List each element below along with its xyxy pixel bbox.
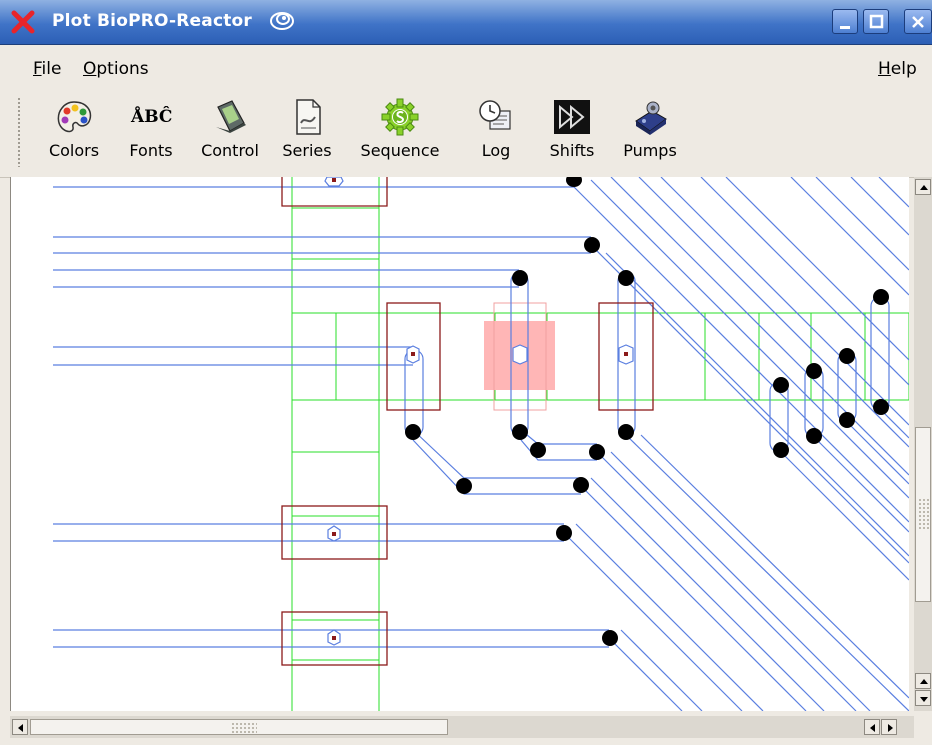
sequence-label: Sequence	[360, 141, 440, 160]
maximize-button[interactable]	[863, 9, 889, 34]
arrow-down-icon	[920, 697, 928, 702]
vertical-scroll-thumb[interactable]	[915, 427, 931, 602]
horizontal-scrollbar[interactable]	[10, 716, 914, 738]
swirl-icon	[270, 12, 294, 30]
thumb-grip	[231, 722, 257, 734]
arrow-up-icon	[920, 185, 928, 190]
port-centers	[332, 178, 628, 640]
toolbar: Colors ÅBĈ Fonts Control Series Sequence…	[0, 91, 932, 178]
reactor-diagram[interactable]	[11, 177, 909, 711]
scroll-down-button[interactable]	[915, 690, 931, 706]
menu-file[interactable]: File	[33, 59, 61, 79]
thumb-grip	[918, 498, 930, 530]
menu-bar: File Options Help	[0, 45, 932, 91]
vertical-scrollbar[interactable]	[914, 177, 932, 711]
fast-forward-icon	[554, 100, 590, 134]
colors-button[interactable]: Colors	[40, 97, 108, 160]
arrow-left-icon	[18, 724, 23, 732]
shifts-button[interactable]: Shifts	[542, 97, 602, 160]
close-icon	[912, 16, 924, 28]
minimize-button[interactable]	[832, 9, 858, 34]
x-app-icon	[11, 10, 35, 34]
fonts-icon: ÅBĈ	[131, 107, 173, 127]
minimize-icon	[840, 26, 850, 29]
shifts-label: Shifts	[549, 141, 595, 160]
menu-help[interactable]: Help	[878, 59, 917, 79]
pumps-button[interactable]: Pumps	[612, 97, 688, 160]
menu-options[interactable]: Options	[83, 59, 149, 79]
series-label: Series	[282, 141, 332, 160]
pump-icon	[635, 101, 667, 135]
close-button[interactable]	[904, 9, 932, 34]
log-label: Log	[481, 141, 511, 160]
scroll-left-button[interactable]	[12, 719, 28, 735]
fonts-label: Fonts	[129, 141, 173, 160]
grid-lines	[291, 177, 909, 711]
junction-nodes	[405, 177, 889, 646]
pumps-label: Pumps	[623, 141, 677, 160]
sequence-button[interactable]: Sequence	[350, 97, 450, 160]
log-button[interactable]: Log	[468, 97, 524, 160]
document-series-icon	[296, 99, 321, 135]
horizontal-scroll-thumb[interactable]	[30, 719, 448, 735]
series-button[interactable]: Series	[274, 97, 340, 160]
control-button[interactable]: Control	[194, 97, 266, 160]
maximize-icon	[869, 14, 884, 29]
arrow-up-icon	[920, 679, 928, 684]
clock-log-icon	[479, 100, 511, 130]
fonts-button[interactable]: ÅBĈ Fonts	[118, 97, 184, 160]
gear-s-icon	[381, 98, 419, 136]
scroll-up-button-lower[interactable]	[915, 673, 931, 689]
scroll-up-button[interactable]	[915, 179, 931, 195]
scroll-left-button-right[interactable]	[864, 719, 880, 735]
scroll-right-button[interactable]	[881, 719, 897, 735]
pda-control-icon	[216, 100, 246, 133]
arrow-left-icon	[870, 724, 875, 732]
palette-icon	[57, 101, 92, 133]
colors-label: Colors	[48, 141, 100, 160]
arrow-right-icon	[888, 724, 893, 732]
control-label: Control	[201, 141, 259, 160]
toolbar-grip[interactable]	[17, 97, 21, 167]
window-title: Plot BioPRO-Reactor	[52, 11, 253, 31]
title-bar[interactable]: Plot BioPRO-Reactor	[0, 0, 932, 45]
plot-canvas[interactable]	[10, 177, 909, 711]
